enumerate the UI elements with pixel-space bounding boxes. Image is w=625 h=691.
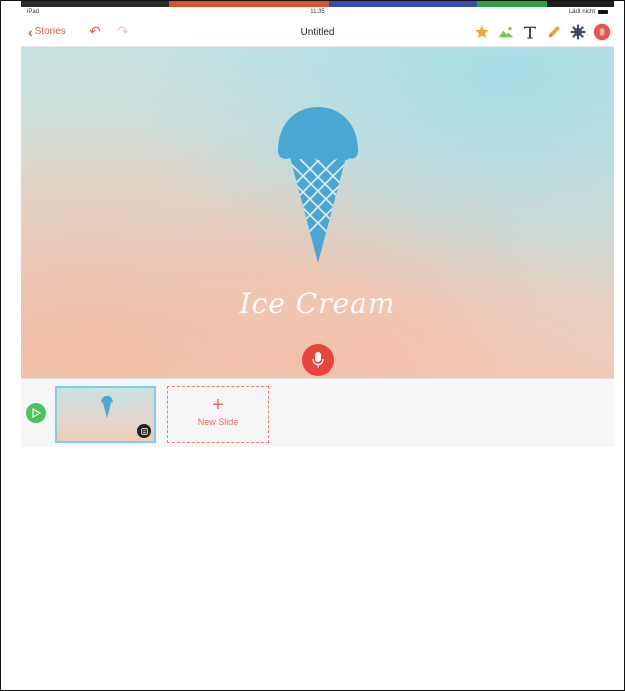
ipad-screen: iPad 11:35 Lädt nicht ‹ Stories ↶ ↷ Unti… (21, 7, 614, 447)
slide-tray: + New Slide (21, 378, 614, 447)
toolbar (470, 23, 614, 41)
nav-bar: ‹ Stories ↶ ↷ Untitled (21, 18, 614, 47)
status-time: 11:35 (310, 9, 325, 15)
status-bar: iPad 11:35 Lädt nicht (21, 7, 614, 18)
microphone-icon (312, 352, 324, 368)
status-right: Lädt nicht (569, 9, 608, 15)
window-frame: iPad 11:35 Lädt nicht ‹ Stories ↶ ↷ Unti… (0, 0, 625, 691)
text-icon[interactable] (518, 23, 542, 41)
slide-thumbnail[interactable] (55, 386, 156, 443)
slide-canvas[interactable]: Ice Cream (21, 47, 614, 378)
mic-badge-icon (137, 424, 151, 438)
new-slide-button[interactable]: + New Slide (167, 386, 269, 443)
microphone-button[interactable] (302, 344, 334, 376)
thumbnail-ice-cream-icon (101, 395, 113, 419)
play-button[interactable] (26, 403, 46, 423)
new-slide-label: New Slide (197, 417, 239, 427)
pencil-icon[interactable] (542, 23, 566, 41)
slide-title[interactable]: Ice Cream (21, 287, 614, 320)
plus-icon: + (212, 394, 224, 416)
battery-icon (598, 10, 608, 14)
image-icon[interactable] (494, 23, 518, 41)
sticker-icon[interactable] (566, 23, 590, 41)
ice-cream-icon (278, 107, 358, 263)
charging-status: Lädt nicht (568, 9, 595, 15)
record-icon[interactable] (590, 23, 614, 41)
star-icon[interactable] (470, 23, 494, 41)
play-icon (32, 408, 41, 418)
